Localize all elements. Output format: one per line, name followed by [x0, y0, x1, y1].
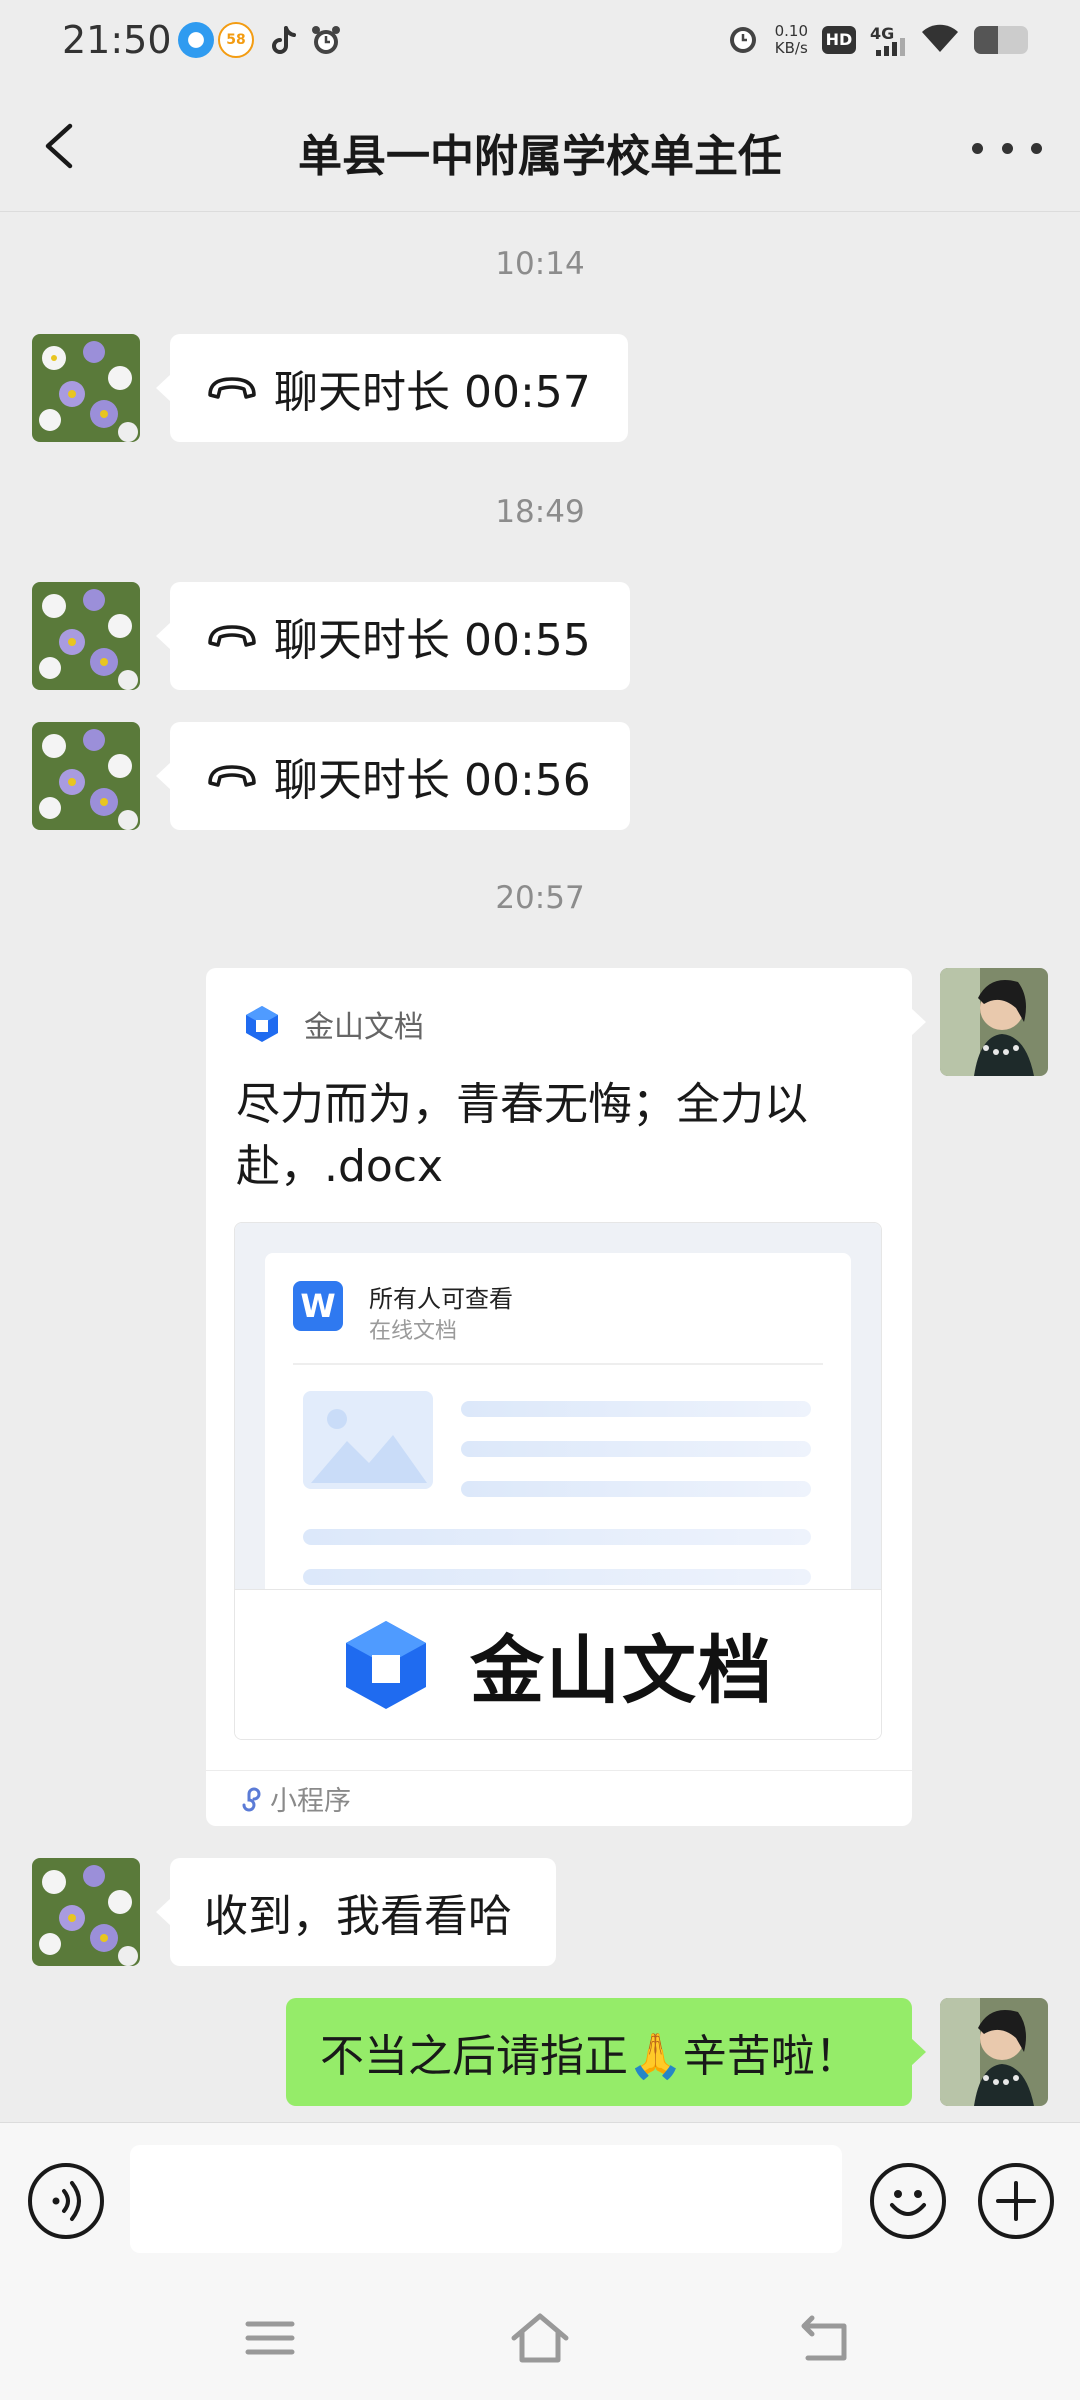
chevron-left-icon[interactable] [30, 114, 94, 178]
signal-bars-icon [876, 38, 905, 56]
text-line-placeholder [303, 1529, 811, 1545]
status-bar: 21:50 58 0.10 KB/s HD 4G [0, 0, 1080, 86]
menu-icon[interactable] [240, 2308, 300, 2368]
alarm-icon [308, 22, 344, 58]
text-line-placeholder [461, 1481, 811, 1497]
shared-doc-card[interactable]: 金山文档 尽力而为，青春无悔；全力以赴，.docx W 所有人可查看 在线文档 [206, 968, 926, 1826]
text-message-bubble[interactable]: 不当之后请指正🙏辛苦啦！ [286, 1998, 926, 2106]
chat-header: 单县一中附属学校单主任 [0, 86, 1080, 212]
phone-hangup-icon [208, 625, 256, 647]
status-right: 0.10 KB/s HD 4G [725, 20, 1028, 60]
kingsoft-docs-logo-icon [346, 1620, 426, 1709]
card-app-name: 金山文档 [304, 1010, 424, 1045]
doc-preview: W 所有人可查看 在线文档 金山文档 [234, 1222, 882, 1740]
divider [293, 1363, 823, 1365]
status-time: 21:50 [62, 18, 172, 62]
text-message-bubble[interactable]: 收到，我看看哈 [156, 1858, 556, 1966]
contact-avatar[interactable] [32, 334, 140, 442]
call-record-bubble[interactable]: 聊天时长 00:56 [156, 722, 630, 830]
58-icon: 58 [218, 22, 254, 58]
doc-preview-top: W 所有人可查看 在线文档 [235, 1223, 881, 1589]
image-placeholder-icon [303, 1391, 433, 1489]
card-app-source: 金山文档 [242, 1002, 424, 1046]
wifi-icon [920, 22, 960, 58]
doc-type: 在线文档 [369, 1319, 458, 1344]
timestamp: 18:49 [495, 494, 585, 530]
phone-hangup-icon [208, 765, 256, 787]
speed-value: 0.10 [774, 22, 808, 40]
hd-badge: HD [822, 26, 856, 54]
message-text: 收到，我看看哈 [204, 1891, 512, 1942]
timestamp: 20:57 [495, 880, 585, 916]
plus-icon[interactable] [978, 2163, 1054, 2239]
text-line-placeholder [461, 1441, 811, 1457]
network-speed: 0.10 KB/s [775, 23, 808, 57]
contact-avatar[interactable] [32, 582, 140, 690]
call-record-bubble[interactable]: 聊天时长 00:55 [156, 582, 630, 690]
home-icon[interactable] [510, 2308, 570, 2368]
kingsoft-docs-logo-icon [246, 1006, 278, 1042]
input-bar [0, 2122, 1080, 2278]
alarm-icon [725, 20, 761, 60]
text-line-placeholder [461, 1401, 811, 1417]
contact-avatar[interactable] [32, 722, 140, 830]
call-duration: 聊天时长 00:56 [274, 755, 591, 806]
my-avatar[interactable] [940, 1998, 1048, 2106]
word-doc-icon: W [293, 1281, 343, 1331]
chat-title: 单县一中附属学校单主任 [298, 131, 782, 182]
tiktok-icon [266, 22, 302, 58]
doc-brand-banner: 金山文档 [235, 1589, 881, 1739]
message-text: 不当之后请指正🙏辛苦啦！ [320, 2031, 859, 2082]
browser-icon [178, 22, 214, 58]
text-line-placeholder [303, 1569, 811, 1585]
phone-hangup-icon [208, 377, 256, 399]
voice-icon[interactable] [28, 2163, 104, 2239]
system-nav-bar [0, 2278, 1080, 2400]
mini-program-footer: 小程序 [206, 1770, 912, 1826]
brand-name: 金山文档 [470, 1628, 774, 1714]
battery-level [974, 26, 999, 54]
emoji-icon[interactable] [870, 2163, 946, 2239]
call-duration: 聊天时长 00:57 [274, 367, 591, 418]
more-icon[interactable] [972, 126, 1042, 170]
doc-permission: 所有人可查看 [369, 1285, 513, 1313]
card-title: 尽力而为，青春无悔；全力以赴，.docx [236, 1079, 808, 1192]
timestamp: 10:14 [495, 246, 585, 282]
message-input[interactable] [130, 2145, 842, 2253]
back-icon[interactable] [796, 2308, 856, 2368]
my-avatar[interactable] [940, 968, 1048, 1076]
cellular-signal: 4G [870, 24, 906, 56]
mini-program-icon [242, 1787, 261, 1811]
contact-avatar[interactable] [32, 1858, 140, 1966]
call-duration: 聊天时长 00:55 [274, 615, 591, 666]
mini-program-label: 小程序 [270, 1786, 351, 1817]
call-record-bubble[interactable]: 聊天时长 00:57 [156, 334, 628, 442]
doc-sheet: W 所有人可查看 在线文档 [265, 1253, 851, 1589]
speed-unit: KB/s [774, 39, 808, 57]
battery-icon [974, 26, 1028, 54]
